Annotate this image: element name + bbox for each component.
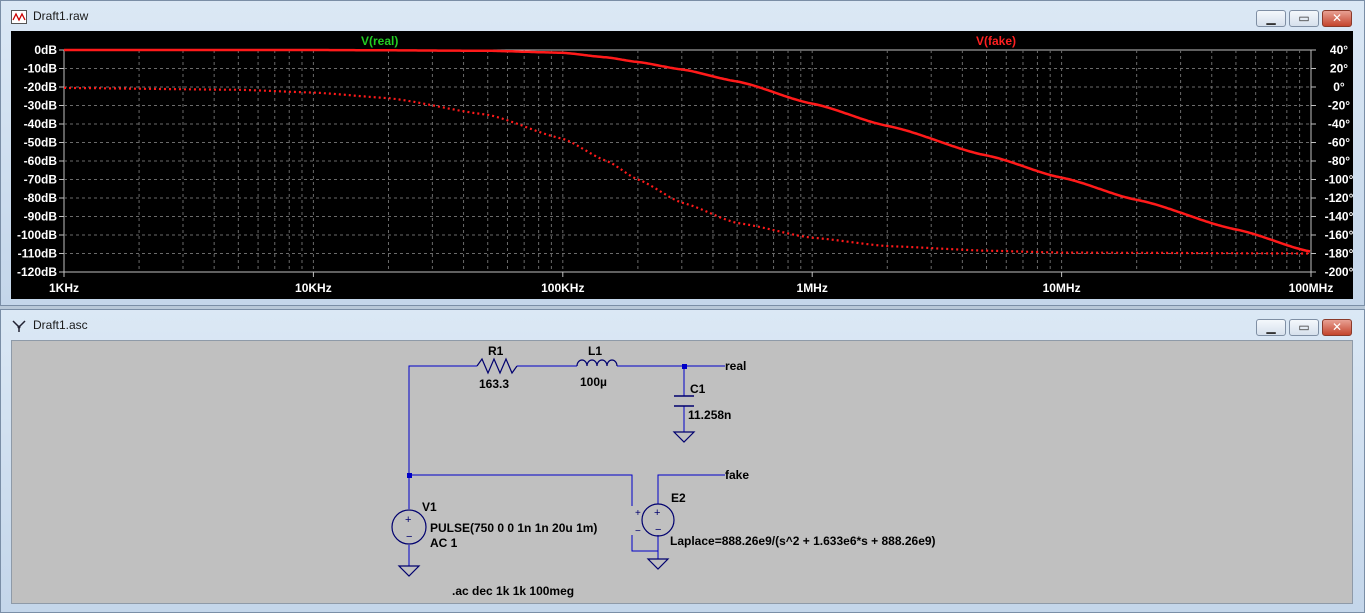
maximize-icon: ▭ bbox=[1298, 320, 1310, 334]
y-right-tick-label: -180° bbox=[1325, 247, 1353, 261]
net-label-real: real bbox=[725, 359, 746, 373]
schematic-canvas[interactable]: R1 163.3 L1 100µ C1 11.258n real fake + … bbox=[11, 340, 1353, 604]
spice-directive[interactable]: .ac dec 1k 1k 100meg bbox=[452, 584, 574, 598]
y-right-tick-label: -200° bbox=[1325, 265, 1353, 279]
y-right-tick-label: -20° bbox=[1328, 99, 1350, 113]
y-left-tick-label: 0dB bbox=[34, 43, 57, 57]
inductor-l1-icon bbox=[576, 359, 618, 367]
y-left-tick-label: -110dB bbox=[18, 247, 58, 261]
trace-magnitude bbox=[64, 48, 1311, 253]
y-left-tick-label: -50dB bbox=[24, 136, 58, 150]
x-tick-label: 10MHz bbox=[1043, 281, 1081, 295]
y-right-tick-label: 40° bbox=[1330, 43, 1348, 57]
e2-name: E2 bbox=[671, 491, 686, 505]
e2-plus-sign: + bbox=[654, 507, 660, 519]
x-tick-label: 100MHz bbox=[1289, 281, 1334, 295]
y-right-tick-label: 20° bbox=[1330, 62, 1348, 76]
close-button[interactable]: ✕ bbox=[1322, 10, 1352, 27]
v1-ac: AC 1 bbox=[430, 536, 458, 550]
l1-name: L1 bbox=[588, 344, 602, 358]
maximize-button[interactable]: ▭ bbox=[1289, 10, 1319, 27]
wire-e2-fake bbox=[657, 474, 725, 504]
schematic-window: Draft1.asc ▁ ▭ ✕ R1 163.3 L1 100µ C1 11.… bbox=[0, 309, 1365, 613]
ground-icon bbox=[397, 565, 421, 577]
y-left-tick-label: -60dB bbox=[24, 154, 58, 168]
y-left-tick-label: -70dB bbox=[24, 173, 58, 187]
x-tick-label: 1KHz bbox=[49, 281, 79, 295]
y-right-tick-label: -140° bbox=[1325, 210, 1353, 224]
x-tick-label: 10KHz bbox=[295, 281, 332, 295]
trace-label-vreal: V(real) bbox=[361, 34, 398, 48]
ground-icon bbox=[672, 431, 696, 443]
maximize-button[interactable]: ▭ bbox=[1289, 319, 1319, 336]
y-right-tick-label: -120° bbox=[1325, 191, 1353, 205]
minimize-icon: ▁ bbox=[1266, 320, 1276, 334]
y-left-tick-label: -80dB bbox=[24, 191, 58, 205]
trace-label-vfake: V(fake) bbox=[976, 34, 1016, 48]
e2-in-minus: − bbox=[635, 526, 641, 537]
y-left-tick-label: -100dB bbox=[17, 228, 57, 242]
y-left-tick-label: -10dB bbox=[24, 62, 58, 76]
x-tick-label: 100KHz bbox=[541, 281, 584, 295]
bode-plot[interactable]: 0dB -10dB -20dB -30dB -40dB -50dB -60dB -70dB -8… bbox=[11, 31, 1354, 299]
ground-icon bbox=[646, 558, 670, 570]
plot-window-title: Draft1.raw bbox=[33, 9, 89, 23]
schematic-drawing[interactable]: R1 163.3 L1 100µ C1 11.258n real fake + … bbox=[12, 341, 1352, 603]
y-right-tick-label: -80° bbox=[1328, 154, 1350, 168]
schematic-icon bbox=[12, 320, 26, 332]
capacitor-c1-icon bbox=[674, 395, 694, 407]
y-right-tick-label: -160° bbox=[1325, 228, 1353, 242]
net-label-fake: fake bbox=[725, 468, 749, 482]
schematic-window-title: Draft1.asc bbox=[33, 318, 88, 332]
resistor-r1-icon bbox=[476, 357, 518, 375]
r1-name: R1 bbox=[488, 344, 504, 358]
junction-dot bbox=[682, 364, 687, 369]
v1-minus-sign: − bbox=[406, 531, 412, 543]
l1-value: 100µ bbox=[580, 375, 607, 389]
y-right-tick-label: -40° bbox=[1328, 117, 1350, 131]
y-left-tick-label: -40dB bbox=[24, 117, 58, 131]
minimize-icon: ▁ bbox=[1266, 11, 1276, 25]
y-left-tick-label: -90dB bbox=[24, 210, 58, 224]
r1-value: 163.3 bbox=[479, 377, 509, 391]
x-tick-label: 1MHz bbox=[797, 281, 828, 295]
c1-name: C1 bbox=[690, 382, 706, 396]
y-right-tick-label: -100° bbox=[1325, 173, 1353, 187]
plot-window-titlebar[interactable]: Draft1.raw ▁ ▭ ✕ bbox=[1, 1, 1364, 31]
close-icon: ✕ bbox=[1331, 320, 1343, 334]
y-left-tick-label: -30dB bbox=[24, 99, 58, 113]
v1-value: PULSE(750 0 0 1n 1n 20u 1m) bbox=[430, 521, 597, 535]
waveform-icon bbox=[11, 10, 27, 24]
plot-window: Draft1.raw ▁ ▭ ✕ 0dB -10dB -20dB -30dB -40dB… bbox=[0, 0, 1365, 306]
wire-e2-minus-loop bbox=[631, 535, 659, 552]
close-button[interactable]: ✕ bbox=[1322, 319, 1352, 336]
minimize-button[interactable]: ▁ bbox=[1256, 10, 1286, 27]
e2-minus-sign: − bbox=[655, 524, 661, 536]
trace-phase bbox=[64, 86, 1310, 255]
v1-plus-sign: + bbox=[405, 514, 411, 526]
schematic-window-titlebar[interactable]: Draft1.asc ▁ ▭ ✕ bbox=[1, 310, 1364, 340]
bode-plot-pane[interactable]: 0dB -10dB -20dB -30dB -40dB -50dB -60dB -70dB -8… bbox=[11, 31, 1354, 299]
junction-dot bbox=[407, 473, 412, 478]
wire-top-left bbox=[408, 365, 477, 503]
e2-value: Laplace=888.26e9/(s^2 + 1.633e6*s + 888.… bbox=[670, 534, 936, 548]
y-left-tick-label: -20dB bbox=[24, 80, 58, 94]
v1-name: V1 bbox=[422, 500, 437, 514]
close-icon: ✕ bbox=[1331, 11, 1343, 25]
maximize-icon: ▭ bbox=[1298, 11, 1310, 25]
y-right-tick-label: -60° bbox=[1328, 136, 1350, 150]
e2-in-plus: + bbox=[635, 508, 641, 519]
minimize-button[interactable]: ▁ bbox=[1256, 319, 1286, 336]
wire-to-e2-plus bbox=[409, 474, 633, 506]
y-left-tick-label: -120dB bbox=[17, 265, 57, 279]
c1-value: 11.258n bbox=[688, 408, 731, 422]
y-right-tick-label: 0° bbox=[1333, 80, 1345, 94]
